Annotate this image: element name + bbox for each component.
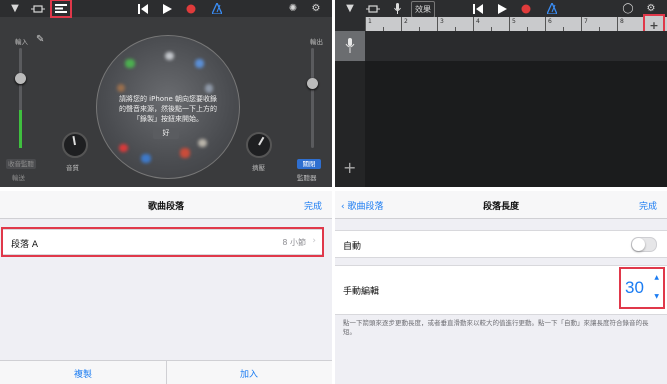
input-monitor-sublabel: 輸送 xyxy=(12,174,25,182)
ruler-number: 7 xyxy=(584,18,588,25)
output-slider-knob[interactable] xyxy=(307,78,318,89)
audio-recorder-panel: ▼ ✺ ⚙ 輸入 輸出 ✎ 請將您的 iPhone 朝向您要收錄的聲音來源，然後… xyxy=(0,0,332,187)
effects-button[interactable]: 效果 xyxy=(411,1,435,18)
input-monitor-button[interactable]: 收音監聽 xyxy=(6,159,36,169)
manual-label: 手動編輯 xyxy=(343,287,380,297)
manual-row: 手動編輯 30 ▲ ▼ xyxy=(335,265,667,315)
tune-icon[interactable]: ✺ xyxy=(287,1,299,16)
auto-toggle[interactable] xyxy=(631,237,657,252)
done-button[interactable]: 完成 xyxy=(304,199,322,212)
ruler-number: 8 xyxy=(620,18,624,25)
settings-icon[interactable]: ⚙ xyxy=(309,1,323,16)
length-value: 30 xyxy=(625,278,644,297)
settings-icon[interactable]: ⚙ xyxy=(644,1,658,16)
fx-blob xyxy=(205,84,213,93)
fx-blob xyxy=(165,52,174,60)
track-lane[interactable] xyxy=(365,31,667,61)
decrement-icon[interactable]: ▼ xyxy=(654,293,659,300)
control-bar: ▼ ✺ ⚙ xyxy=(0,0,332,18)
increment-icon[interactable]: ▲ xyxy=(654,274,659,281)
monitor-label: 監聽器 xyxy=(297,174,317,182)
play-icon[interactable] xyxy=(160,1,174,16)
pencil-icon[interactable]: ✎ xyxy=(36,34,44,45)
track-header[interactable] xyxy=(335,31,365,62)
fx-blob xyxy=(125,59,135,68)
tone-dial[interactable] xyxy=(62,132,88,158)
ok-button[interactable]: 好 xyxy=(153,128,179,139)
add-button[interactable]: 加入 xyxy=(166,367,332,380)
metronome-icon[interactable] xyxy=(545,1,559,16)
compressor-label: 擠壓 xyxy=(252,164,265,172)
loop-browser-icon[interactable]: ◯ xyxy=(621,1,635,16)
ruler-number: 6 xyxy=(548,18,552,25)
ruler-number: 4 xyxy=(476,18,480,25)
ruler-number: 3 xyxy=(440,18,444,25)
duplicate-button[interactable]: 複製 xyxy=(0,367,166,380)
record-instruction-text: 請將您的 iPhone 朝向您要收錄的聲音來源，然後點一下上方的「錄製」按鈕來開… xyxy=(118,95,218,123)
compressor-dial[interactable] xyxy=(246,132,272,158)
ruler-number: 5 xyxy=(512,18,516,25)
length-stepper[interactable]: 30 ▲ ▼ xyxy=(619,267,665,309)
rewind-icon[interactable] xyxy=(136,1,150,16)
tone-label: 音質 xyxy=(66,164,79,172)
help-text: 點一下箭頭來逐步更動長度，或者垂直滑動來以較大的值進行更動。點一下「自動」來讓長… xyxy=(343,319,649,336)
page-title: 段落長度 xyxy=(482,202,519,212)
triangle-down-icon[interactable]: ▼ xyxy=(8,1,22,16)
add-track-icon[interactable]: + xyxy=(343,160,356,176)
record-icon[interactable] xyxy=(519,1,533,16)
play-icon[interactable] xyxy=(495,1,509,16)
tracks-view-panel: ▼ 效果 ◯ ⚙ 1 2 3 4 5 6 7 8 + + xyxy=(335,0,667,187)
section-row[interactable]: 段落 A 8 小節 › xyxy=(1,227,324,257)
mic-icon[interactable] xyxy=(391,1,403,16)
fx-blob xyxy=(198,139,207,147)
navbar: 歌曲段落 完成 xyxy=(0,191,332,219)
section-length: 8 小節 xyxy=(282,238,306,247)
mic-icon xyxy=(345,38,355,53)
ruler-number: 2 xyxy=(404,18,408,25)
loop-icon[interactable] xyxy=(365,1,381,16)
loop-icon[interactable] xyxy=(30,1,46,16)
fx-blob xyxy=(195,59,204,68)
done-button[interactable]: 完成 xyxy=(639,199,657,212)
section-length-panel: ‹ 歌曲段落 段落長度 完成 自動 手動編輯 30 ▲ ▼ 點一下箭頭來逐步更動… xyxy=(335,191,667,384)
ruler-number: 1 xyxy=(368,18,372,25)
tracks-view-icon[interactable] xyxy=(50,0,72,18)
fx-blob xyxy=(117,84,125,92)
section-footer: 複製 加入 xyxy=(0,360,332,384)
auto-label: 自動 xyxy=(343,242,362,252)
auto-row: 自動 xyxy=(335,230,667,258)
input-slider-knob[interactable] xyxy=(15,73,26,84)
metronome-icon[interactable] xyxy=(210,1,224,16)
input-level-meter xyxy=(19,110,22,148)
chevron-right-icon: › xyxy=(312,236,316,246)
rewind-icon[interactable] xyxy=(471,1,485,16)
fx-blob xyxy=(180,148,190,158)
output-label: 輸出 xyxy=(310,38,323,46)
ruler-corner xyxy=(335,17,365,31)
section-name: 段落 A xyxy=(11,240,39,250)
monitor-toggle-button[interactable]: 關閉 xyxy=(297,159,321,169)
fx-blob xyxy=(141,154,151,163)
navbar: ‹ 歌曲段落 段落長度 完成 xyxy=(335,191,667,219)
song-sections-panel: 歌曲段落 完成 段落 A 8 小節 › 複製 加入 xyxy=(0,191,332,384)
triangle-down-icon[interactable]: ▼ xyxy=(343,1,357,16)
record-icon[interactable] xyxy=(184,1,198,16)
input-label: 輸入 xyxy=(15,38,28,46)
output-slider-track[interactable] xyxy=(311,48,314,148)
control-bar: ▼ 效果 ◯ ⚙ xyxy=(335,0,667,18)
timeline-ruler[interactable]: 1 2 3 4 5 6 7 8 xyxy=(365,17,667,31)
page-title: 歌曲段落 xyxy=(147,202,184,212)
fx-blob xyxy=(119,144,128,152)
